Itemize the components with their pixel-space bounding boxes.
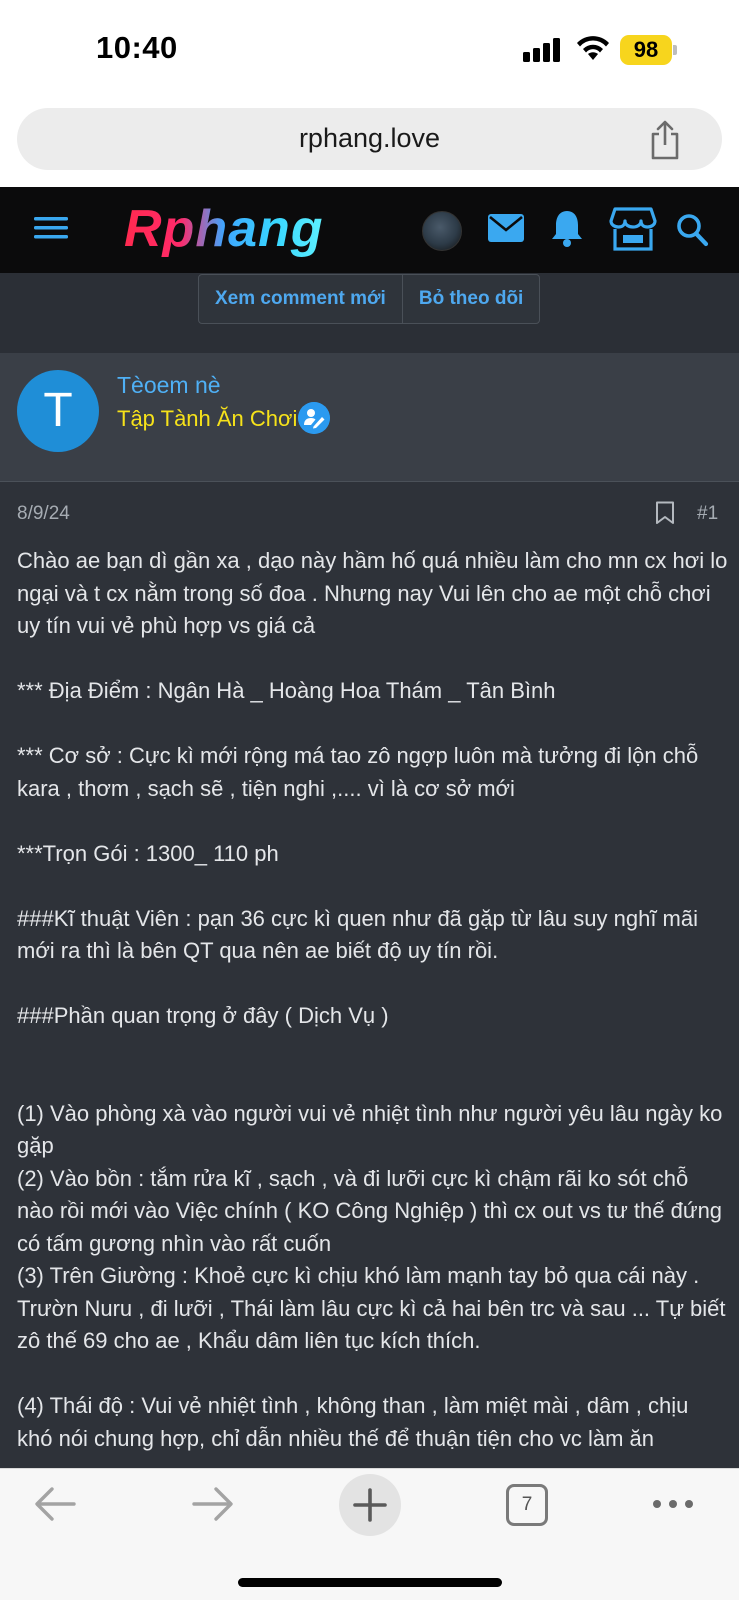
tabs-button[interactable]: 7 — [506, 1484, 548, 1526]
post-body-text: Chào ae bạn dì gần xa , dạo này hầm hố q… — [17, 548, 728, 1451]
more-dots-icon[interactable] — [651, 1490, 695, 1518]
wifi-icon — [577, 36, 609, 60]
battery-tip — [673, 45, 677, 55]
author-title: Tập Tành Ăn Chơi — [117, 406, 298, 431]
thread-action-buttons: Xem comment mới Bỏ theo dõi — [198, 274, 541, 324]
mail-icon[interactable] — [487, 213, 525, 243]
author-avatar[interactable]: T — [17, 370, 99, 452]
back-arrow-icon[interactable] — [34, 1486, 76, 1522]
author-name[interactable]: Tèoem nè — [117, 372, 221, 399]
avatar[interactable] — [422, 211, 462, 251]
forward-arrow-icon[interactable] — [192, 1486, 234, 1522]
search-icon[interactable] — [675, 212, 709, 248]
new-tab-button[interactable] — [339, 1474, 401, 1536]
cellular-signal-icon — [523, 38, 560, 62]
home-indicator — [238, 1578, 502, 1587]
post-date[interactable]: 8/9/24 — [17, 503, 70, 525]
verified-badge-icon — [298, 402, 330, 434]
store-icon[interactable] — [609, 207, 657, 251]
menu-icon[interactable] — [34, 213, 68, 243]
unfollow-button[interactable]: Bỏ theo dõi — [401, 275, 539, 323]
share-icon[interactable] — [648, 120, 682, 160]
view-new-comments-button[interactable]: Xem comment mới — [199, 275, 402, 323]
post-author-block — [0, 353, 739, 482]
site-logo[interactable]: Rphang — [124, 198, 324, 260]
url-text[interactable]: rphang.love — [17, 123, 722, 154]
battery-indicator: 98 — [620, 35, 672, 65]
bell-icon[interactable] — [550, 208, 584, 248]
status-bar: 10:40 98 — [0, 0, 739, 100]
post-number[interactable]: #1 — [697, 503, 718, 525]
status-time: 10:40 — [96, 30, 178, 65]
bookmark-icon[interactable] — [655, 501, 675, 525]
address-bar[interactable]: rphang.love — [17, 108, 722, 170]
plus-icon — [353, 1488, 387, 1522]
